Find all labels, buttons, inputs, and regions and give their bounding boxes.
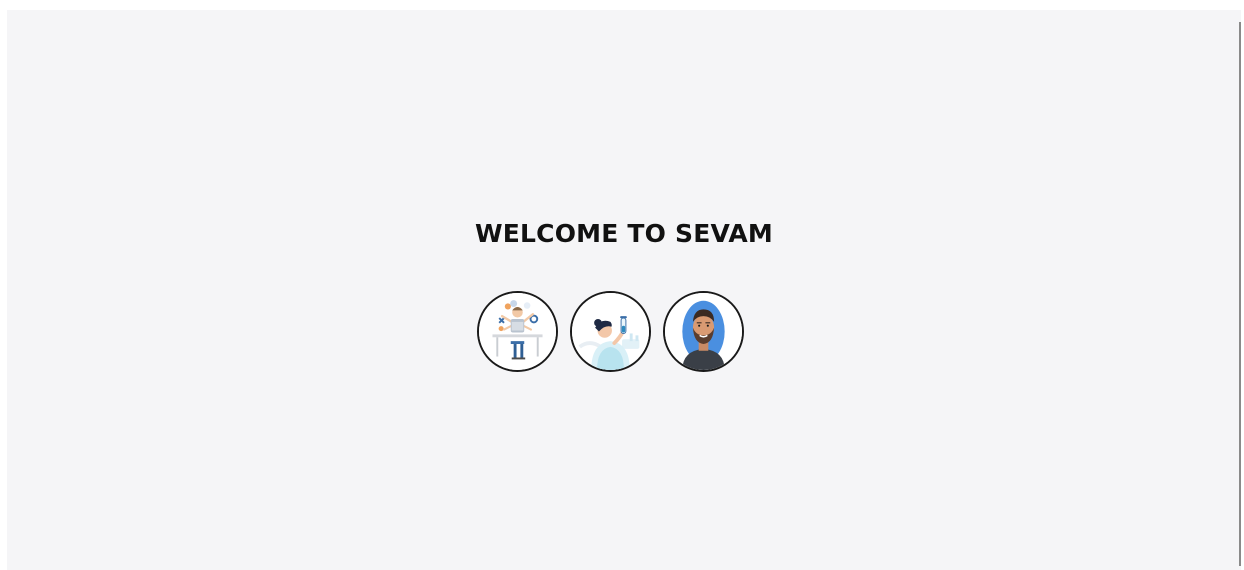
role-avatars (477, 291, 749, 377)
role-avatar-user[interactable] (663, 291, 744, 372)
welcome-title: WELCOME TO SEVAM (474, 219, 773, 248)
bearded-man-avatar-icon (665, 293, 742, 370)
role-avatar-scientist[interactable] (570, 291, 651, 372)
multitasking-developer-illustration-icon (479, 293, 556, 370)
role-avatar-developer[interactable] (477, 291, 558, 372)
welcome-content: WELCOME TO SEVAM (7, 10, 1241, 570)
scientist-with-test-tube-illustration-icon (572, 293, 649, 370)
page-frame: WELCOME TO SEVAM (7, 10, 1241, 570)
